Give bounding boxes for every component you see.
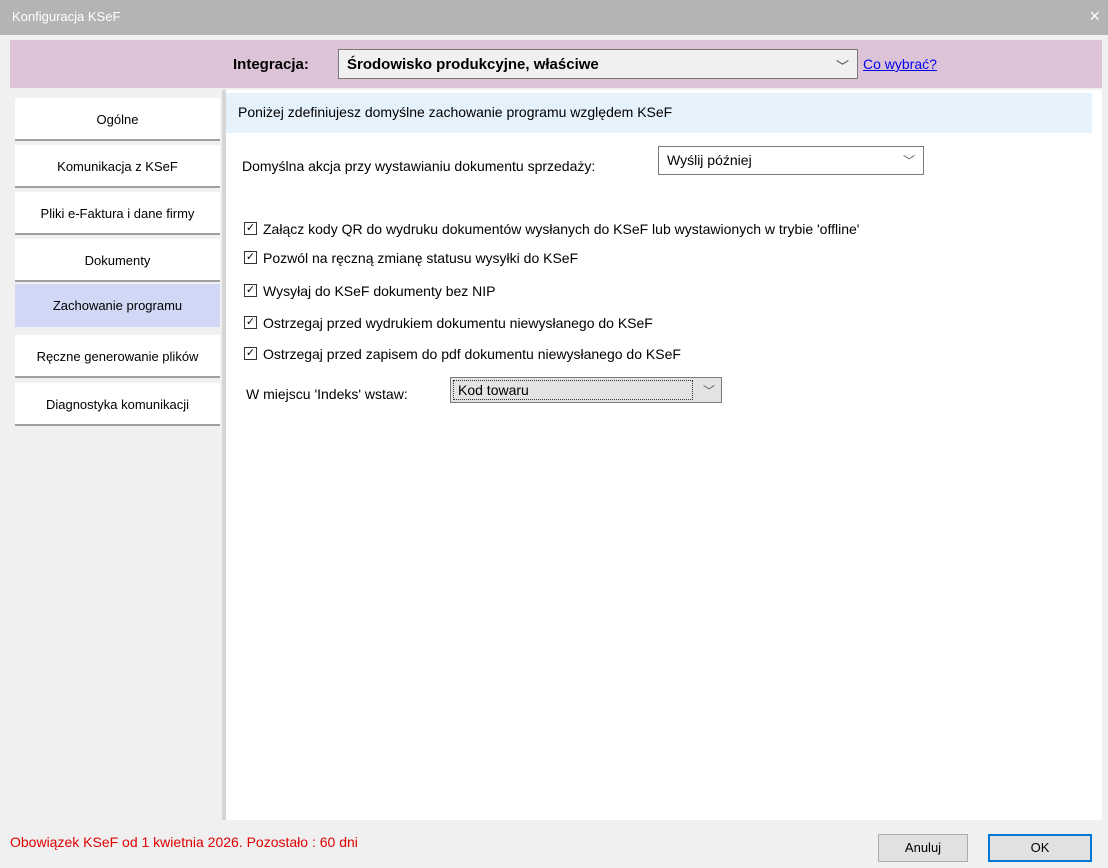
default-action-select[interactable]: Wyślij później ﹀ bbox=[658, 146, 924, 175]
checkbox-box[interactable]: ✓ bbox=[244, 284, 257, 297]
chevron-down-icon: ﹀ bbox=[835, 59, 849, 74]
status-text: Obowiązek KSeF od 1 kwietnia 2026. Pozos… bbox=[10, 834, 358, 850]
window-frame-left bbox=[0, 35, 10, 868]
sidebar-item-zachowanie[interactable]: Zachowanie programu bbox=[15, 284, 220, 327]
checkbox-label: Pozwól na ręczną zmianę statusu wysyłki … bbox=[263, 250, 579, 266]
integration-select[interactable]: Środowisko produkcyjne, właściwe ﹀ bbox=[338, 49, 858, 79]
checkbox-box[interactable]: ✓ bbox=[244, 222, 257, 235]
checkbox-box[interactable]: ✓ bbox=[244, 251, 257, 264]
cancel-button[interactable]: Anuluj bbox=[878, 834, 968, 862]
title-bar: Konfiguracja KSeF × bbox=[0, 0, 1108, 35]
checkbox-label: Ostrzegaj przed zapisem do pdf dokumentu… bbox=[263, 346, 681, 362]
default-action-label: Domyślna akcja przy wystawianiu dokument… bbox=[242, 158, 596, 174]
info-text: Poniżej zdefiniujesz domyślne zachowanie… bbox=[238, 104, 673, 120]
integration-bar: Integracja: Środowisko produkcyjne, właś… bbox=[10, 40, 1102, 88]
checkbox-box[interactable]: ✓ bbox=[244, 347, 257, 360]
index-label: W miejscu 'Indeks' wstaw: bbox=[246, 386, 408, 402]
index-select[interactable]: Kod towaru ﹀ bbox=[450, 377, 722, 403]
sidebar-item-reczne[interactable]: Ręczne generowanie plików bbox=[15, 335, 220, 378]
focus-outline: Kod towaru bbox=[453, 380, 693, 400]
window-title: Konfiguracja KSeF bbox=[12, 9, 121, 24]
sidebar-item-pliki[interactable]: Pliki e-Faktura i dane firmy bbox=[15, 192, 220, 235]
integration-value: Środowisko produkcyjne, właściwe bbox=[347, 56, 599, 73]
sidebar-item-ogolne[interactable]: Ogólne bbox=[15, 98, 220, 141]
sidebar: Ogólne Komunikacja z KSeF Pliki e-Faktur… bbox=[10, 90, 222, 820]
checkbox-box[interactable]: ✓ bbox=[244, 316, 257, 329]
sidebar-item-komunikacja[interactable]: Komunikacja z KSeF bbox=[15, 145, 220, 188]
checkbox-label: Wysyłaj do KSeF dokumenty bez NIP bbox=[263, 283, 496, 299]
sidebar-item-dokumenty[interactable]: Dokumenty bbox=[15, 239, 220, 282]
integration-label: Integracja: bbox=[233, 56, 309, 73]
chevron-down-icon: ﹀ bbox=[702, 384, 715, 398]
chevron-down-icon: ﹀ bbox=[902, 154, 915, 168]
status-bar: Obowiązek KSeF od 1 kwietnia 2026. Pozos… bbox=[10, 820, 1102, 868]
sidebar-item-diagnostyka[interactable]: Diagnostyka komunikacji bbox=[15, 383, 220, 426]
settings-panel: Poniżej zdefiniujesz domyślne zachowanie… bbox=[226, 90, 1102, 820]
close-icon[interactable]: × bbox=[1089, 6, 1100, 26]
info-banner: Poniżej zdefiniujesz domyślne zachowanie… bbox=[226, 93, 1092, 133]
ok-button[interactable]: OK bbox=[988, 834, 1092, 862]
help-link[interactable]: Co wybrać? bbox=[863, 56, 937, 72]
checkbox-label: Ostrzegaj przed wydrukiem dokumentu niew… bbox=[263, 315, 653, 331]
default-action-value: Wyślij później bbox=[667, 152, 752, 168]
checkbox-label: Załącz kody QR do wydruku dokumentów wys… bbox=[263, 221, 860, 237]
index-value: Kod towaru bbox=[458, 382, 529, 398]
